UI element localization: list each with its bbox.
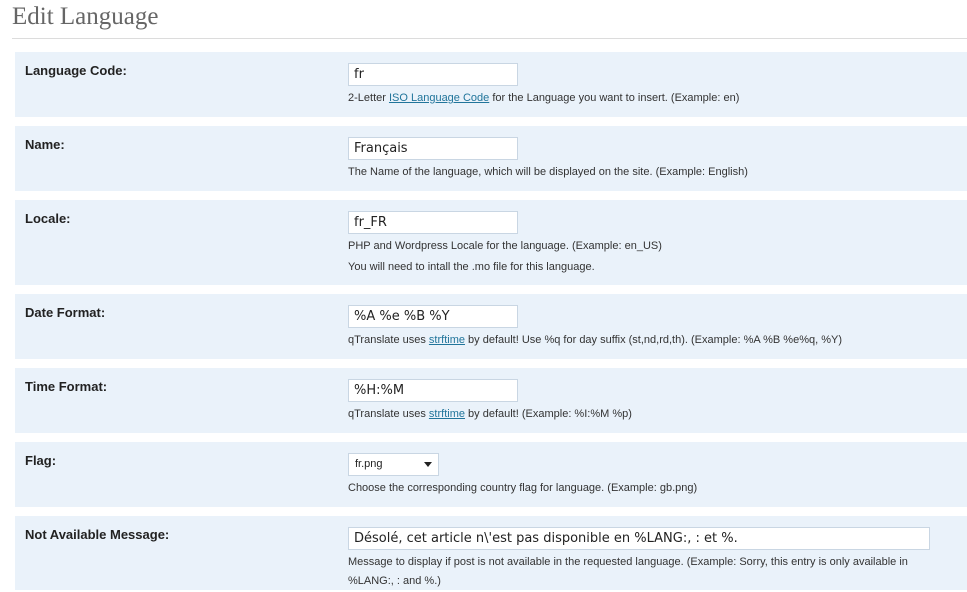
row-name: Name: Français The Name of the language,… (15, 126, 967, 191)
locale-description: PHP and Wordpress Locale for the languag… (348, 240, 662, 252)
language-code-input[interactable]: fr (348, 63, 518, 86)
date-format-input[interactable]: %A %e %B %Y (348, 305, 518, 328)
name-label: Name: (25, 137, 65, 152)
locale-input[interactable]: fr_FR (348, 211, 518, 234)
time-format-input[interactable]: %H:%M (348, 379, 518, 402)
locale-mo-note: You will need to intall the .mo file for… (348, 261, 595, 273)
not-available-message-input[interactable]: Désolé, cet article n\'est pas disponibl… (348, 527, 930, 550)
title-divider (12, 38, 967, 39)
page-title: Edit Language (12, 3, 159, 30)
time-format-label: Time Format: (25, 379, 108, 394)
date-format-description: qTranslate uses strftime by default! Use… (348, 334, 842, 346)
name-input[interactable]: Français (348, 137, 518, 160)
strftime-link[interactable]: strftime (429, 334, 465, 346)
time-format-description: qTranslate uses strftime by default! (Ex… (348, 408, 632, 420)
row-locale: Locale: fr_FR PHP and Wordpress Locale f… (15, 200, 967, 285)
not-available-message-description: Message to display if post is not availa… (348, 556, 908, 568)
row-not-available-message: Not Available Message: Désolé, cet artic… (15, 516, 967, 590)
row-date-format: Date Format: %A %e %B %Y qTranslate uses… (15, 294, 967, 359)
name-description: The Name of the language, which will be … (348, 166, 748, 178)
flag-selected-value: fr.png (355, 458, 383, 470)
strftime-link[interactable]: strftime (429, 408, 465, 420)
iso-language-code-link[interactable]: ISO Language Code (389, 92, 489, 104)
row-language-code: Language Code: fr 2-Letter ISO Language … (15, 52, 967, 117)
date-format-label: Date Format: (25, 305, 106, 320)
language-code-description: 2-Letter ISO Language Code for the Langu… (348, 92, 740, 104)
locale-label: Locale: (25, 211, 71, 226)
row-time-format: Time Format: %H:%M qTranslate uses strft… (15, 368, 967, 433)
flag-select[interactable]: fr.png (348, 453, 439, 476)
flag-description: Choose the corresponding country flag fo… (348, 482, 698, 494)
not-available-message-label: Not Available Message: (25, 527, 170, 542)
language-code-label: Language Code: (25, 63, 127, 78)
not-available-message-description-cont: %LANG:, : and %.) (348, 575, 441, 587)
chevron-down-icon (424, 462, 432, 467)
flag-label: Flag: (25, 453, 57, 468)
row-flag: Flag: fr.png Choose the corresponding co… (15, 442, 967, 507)
